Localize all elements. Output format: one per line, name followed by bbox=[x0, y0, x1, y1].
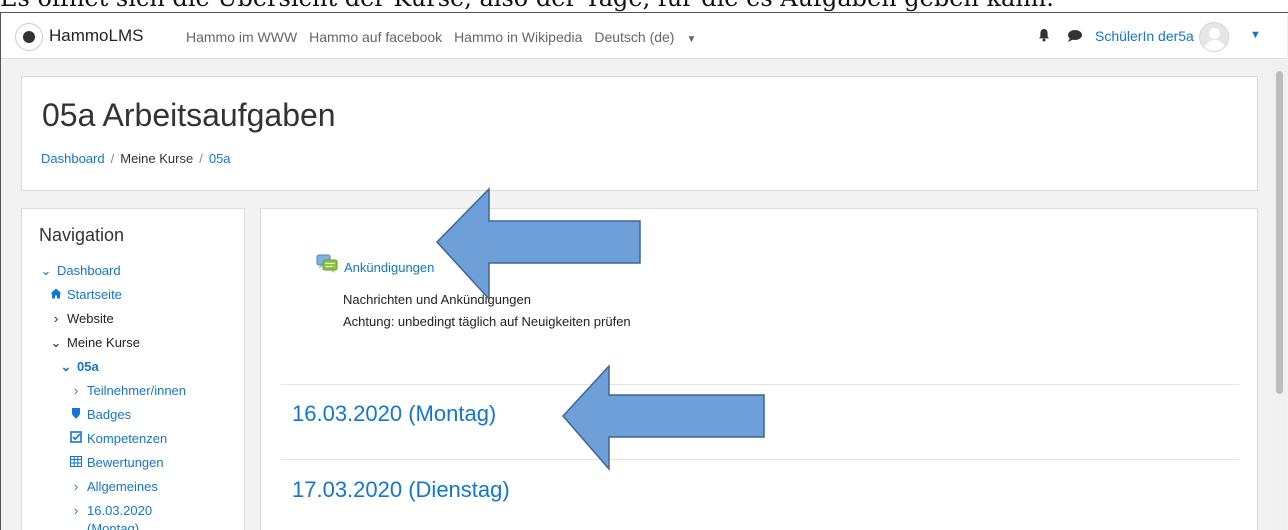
nav-item-kompetenzen[interactable]: Kompetenzen bbox=[69, 431, 167, 446]
forum-icon bbox=[316, 254, 338, 273]
nav-item-label: Bewertungen bbox=[87, 455, 164, 470]
nav-item-label: Startseite bbox=[67, 287, 122, 302]
document-caption: Es öffnet sich die Übersicht der Kurse, … bbox=[0, 0, 1288, 12]
shield-icon bbox=[69, 407, 83, 422]
chat-icon[interactable] bbox=[1067, 29, 1083, 43]
chevron-right-icon: › bbox=[73, 503, 79, 518]
browser-viewport: HammoLMS Hammo im WWW Hammo auf facebook… bbox=[0, 12, 1288, 530]
chevron-right-icon: › bbox=[53, 311, 59, 326]
language-menu[interactable]: Deutsch (de) ▼ bbox=[594, 29, 704, 45]
navigation-title: Navigation bbox=[39, 225, 125, 245]
breadcrumb-05a[interactable]: 05a bbox=[209, 151, 231, 166]
top-navbar: HammoLMS Hammo im WWW Hammo auf facebook… bbox=[1, 13, 1287, 59]
breadcrumb-separator: / bbox=[199, 151, 203, 166]
custom-menu: Hammo im WWW Hammo auf facebook Hammo in… bbox=[186, 29, 712, 45]
announcements-link[interactable]: Ankündigungen bbox=[344, 260, 434, 275]
announcements-notice: Achtung: unbedingt täglich auf Neuigkeit… bbox=[343, 314, 631, 329]
nav-item-05a[interactable]: ⌄ 05a bbox=[59, 359, 99, 375]
breadcrumb: Dashboard / Meine Kurse / 05a bbox=[41, 151, 231, 166]
scrollbar-thumb[interactable] bbox=[1276, 71, 1283, 394]
bell-icon[interactable] bbox=[1037, 28, 1051, 42]
avatar[interactable] bbox=[1199, 22, 1229, 52]
chevron-right-icon: › bbox=[73, 383, 79, 398]
pointer-arrow-section bbox=[561, 364, 765, 472]
chevron-down-icon: ⌄ bbox=[60, 359, 72, 374]
caret-down-icon: ▼ bbox=[686, 34, 697, 45]
chevron-down-icon: ⌄ bbox=[40, 263, 52, 278]
breadcrumb-dashboard[interactable]: Dashboard bbox=[41, 151, 105, 166]
link-hammo-www[interactable]: Hammo im WWW bbox=[186, 29, 297, 45]
chevron-right-icon: › bbox=[73, 479, 79, 494]
nav-item-meine-kurse[interactable]: ⌄ Meine Kurse bbox=[49, 335, 140, 351]
nav-item-dashboard[interactable]: ⌄ Dashboard bbox=[39, 263, 121, 279]
link-hammo-wikipedia[interactable]: Hammo in Wikipedia bbox=[454, 29, 582, 45]
chevron-down-icon: ⌄ bbox=[50, 335, 62, 350]
nav-item-label: 16.03.2020 bbox=[87, 503, 153, 518]
nav-item-label: Badges bbox=[87, 407, 132, 422]
nav-item-label: 05a bbox=[77, 359, 99, 374]
home-icon bbox=[49, 287, 63, 302]
nav-item-allgemeines[interactable]: › Allgemeines bbox=[69, 479, 158, 494]
nav-item-label: Dashboard bbox=[57, 263, 121, 278]
breadcrumb-separator: / bbox=[110, 151, 115, 166]
nav-item-label: Kompetenzen bbox=[87, 431, 168, 446]
site-brand[interactable]: HammoLMS bbox=[49, 26, 143, 46]
user-menu-name[interactable]: SchülerIn der5a bbox=[1095, 28, 1194, 44]
nav-item-startseite[interactable]: Startseite bbox=[49, 287, 122, 302]
link-hammo-facebook[interactable]: Hammo auf facebook bbox=[309, 29, 442, 45]
page-header: 05a Arbeitsaufgaben Dashboard / Meine Kurs… bbox=[21, 76, 1258, 191]
nav-item-label: (Montag) bbox=[87, 521, 140, 530]
page-title: 05a Arbeitsaufgaben bbox=[42, 97, 336, 133]
school-logo-icon[interactable] bbox=[15, 23, 43, 51]
nav-item-16-03-2020[interactable]: › 16.03.2020 bbox=[69, 503, 152, 518]
nav-item-label: Teilnehmer/innen bbox=[87, 383, 187, 398]
nav-item-website[interactable]: › Website bbox=[49, 311, 114, 326]
table-icon bbox=[69, 455, 83, 470]
section-17-03-2020[interactable]: 17.03.2020 (Dienstag) bbox=[292, 477, 510, 503]
nav-item-bewertungen[interactable]: Bewertungen bbox=[69, 455, 164, 470]
nav-item-label: Website bbox=[67, 311, 114, 326]
nav-item-label: Allgemeines bbox=[87, 479, 158, 494]
user-caret-down-icon[interactable]: ▼ bbox=[1250, 29, 1261, 41]
section-16-03-2020[interactable]: 16.03.2020 (Montag) bbox=[292, 401, 496, 427]
nav-item-badges[interactable]: Badges bbox=[69, 407, 131, 422]
nav-item-teilnehmer[interactable]: › Teilnehmer/innen bbox=[69, 383, 186, 398]
nav-item-montag-continuation[interactable]: (Montag) bbox=[87, 521, 139, 530]
nav-item-label: Meine Kurse bbox=[67, 335, 140, 350]
pointer-arrow-announcements bbox=[435, 187, 641, 301]
navigation-block: Navigation ⌄ Dashboard Startseite › Websit… bbox=[21, 208, 245, 530]
language-label: Deutsch (de) bbox=[594, 29, 675, 45]
checkbox-icon bbox=[69, 431, 83, 446]
breadcrumb-meine-kurse: Meine Kurse bbox=[120, 151, 194, 166]
